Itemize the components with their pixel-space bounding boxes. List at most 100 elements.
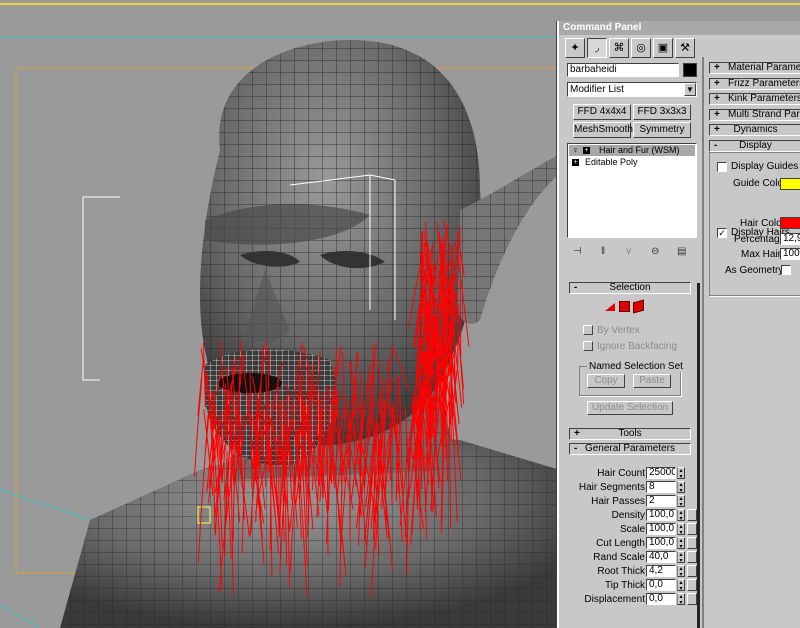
max-hairs-field[interactable]: 10000 [780,248,800,260]
rollout-scrollbar[interactable] [697,283,700,628]
collapse-icon: - [574,443,578,454]
rollout-pm-icon: + [714,62,720,73]
rollout-pm-icon: + [714,124,720,135]
paste-button[interactable]: Paste [633,374,671,388]
ffd-3x3x3-button[interactable]: FFD 3x3x3 [633,104,691,120]
hierarchy-icon[interactable]: ⌘ [609,38,629,58]
column-divider [702,57,704,628]
percentage-label: Percentage [734,234,786,245]
display-icon[interactable]: ▣ [653,38,673,58]
command-panel-tabs: ✦ ◞ ⌘ ◎ ▣ ⚒ [565,38,695,58]
param-label: Density [611,510,645,521]
map-button[interactable] [687,565,697,577]
ignore-backfacing-checkbox[interactable] [583,341,593,351]
spinner-icon[interactable]: ▴ ▾ [677,481,685,494]
stack-item-editable-poly[interactable]: + Editable Poly [569,157,695,168]
modifier-list-label: Modifier List [570,84,624,95]
display-hairs-checkbox[interactable]: ✓ [717,228,727,238]
expand-icon[interactable]: + [583,147,590,154]
spinner-icon[interactable]: ▴ ▾ [677,537,685,550]
param-value-field[interactable]: 100,0 [646,537,676,549]
param-label: Hair Count [597,468,645,479]
selection-level-icons [605,299,653,314]
as-geometry-checkbox[interactable] [781,265,791,275]
by-vertex-checkbox[interactable] [583,325,593,335]
modify-icon[interactable]: ◞ [587,38,607,58]
copy-button[interactable]: Copy [587,374,625,388]
param-label: Rand Scale [593,552,645,563]
rollout-header[interactable]: + Dynamics [709,124,800,136]
expand-icon: + [574,428,580,439]
map-button[interactable] [687,523,697,535]
motion-icon[interactable]: ◎ [631,38,651,58]
object-color-swatch[interactable] [683,63,697,77]
rollout-header[interactable]: + Multi Strand Parameters [709,108,800,121]
param-value-field[interactable]: 0,0 [646,579,676,591]
param-label: Displacement [584,594,645,605]
guides-icon[interactable] [605,303,615,311]
rollout-header[interactable]: + Material Parameters [709,62,800,74]
param-value-field[interactable]: 25000 [646,467,676,479]
rollout-header[interactable]: + Frizz Parameters [709,77,800,90]
rollout-pm-icon: + [714,108,720,120]
param-value-field[interactable]: 40,0 [646,551,676,563]
lightbulb-icon[interactable]: ♀ [572,145,579,156]
guide-color-swatch[interactable] [780,178,800,190]
spinner-icon[interactable]: ▴ ▾ [677,579,685,592]
ignore-backfacing-label: Ignore Backfacing [597,341,678,352]
create-icon[interactable]: ✦ [565,38,585,58]
meshsmooth-button[interactable]: MeshSmooth [573,122,633,138]
param-value-field[interactable]: 8 [646,481,676,493]
rollout-header[interactable]: + Kink Parameters [709,93,800,105]
chevron-down-icon[interactable]: ▼ [684,83,696,96]
param-label: Hair Passes [591,496,645,507]
spinner-icon[interactable]: ▴ ▾ [677,551,685,564]
configure-sets-icon[interactable]: ▤ [677,246,686,257]
spinner-icon[interactable]: ▴ ▾ [677,495,685,508]
map-button[interactable] [687,509,697,521]
param-value-field[interactable]: 2 [646,495,676,507]
map-button[interactable] [687,579,697,591]
param-value-field[interactable]: 100,0 [646,509,676,521]
utilities-icon[interactable]: ⚒ [675,38,695,58]
map-button[interactable] [687,537,697,549]
spinner-icon[interactable]: ▴ ▾ [677,467,685,480]
hair-color-swatch[interactable] [780,217,800,229]
guide-color-label: Guide Color [733,178,787,189]
param-label: Scale [619,524,645,535]
ffd-4x4x4-button[interactable]: FFD 4x4x4 [573,104,631,120]
rollout-title: Frizz Parameters [728,77,800,89]
stack-item-hair-and-fur[interactable]: ♀ + Hair and Fur (WSM) [569,145,695,156]
selection-rollout-header[interactable]: - Selection [569,282,691,294]
pin-stack-icon[interactable]: ⊣ [573,246,582,257]
remove-modifier-icon[interactable]: ⊖ [651,246,659,257]
as-geometry-label: As Geometry [725,265,784,276]
display-guides-checkbox[interactable] [717,162,727,172]
spinner-icon[interactable]: ▴ ▾ [677,509,685,522]
show-end-result-icon[interactable]: ‖ [601,246,605,257]
param-value-field[interactable]: 4,2 [646,565,676,577]
object-name-field[interactable]: barbaheidi [567,63,679,77]
update-selection-button[interactable]: Update Selection [587,401,673,415]
tools-rollout-header[interactable]: + Tools [569,428,691,440]
face-icon[interactable] [619,301,630,312]
map-button[interactable] [687,593,697,605]
param-value-field[interactable]: 100,0 [646,523,676,535]
expand-icon[interactable]: + [572,159,579,166]
map-button[interactable] [687,551,697,563]
param-value-field[interactable]: 0,0 [646,593,676,605]
percentage-field[interactable]: 12,94 [780,233,800,245]
polygon-icon[interactable] [633,299,644,314]
rollout-pm-icon: + [714,77,720,89]
spinner-icon[interactable]: ▴ ▾ [677,523,685,536]
param-label: Root Thick [597,566,645,577]
symmetry-button[interactable]: Symmetry [633,122,691,138]
general-parameters-rollout-header[interactable]: - General Parameters [569,443,691,455]
param-label: Cut Length [596,538,645,549]
spinner-icon[interactable]: ▴ ▾ [677,593,685,606]
modifier-list-dropdown[interactable]: Modifier List ▼ [567,82,697,97]
rollout-title: Kink Parameters [728,93,800,104]
make-unique-icon[interactable]: ∨ [625,246,632,257]
spinner-icon[interactable]: ▴ ▾ [677,565,685,578]
rollout-header[interactable]: - Display [709,139,800,152]
